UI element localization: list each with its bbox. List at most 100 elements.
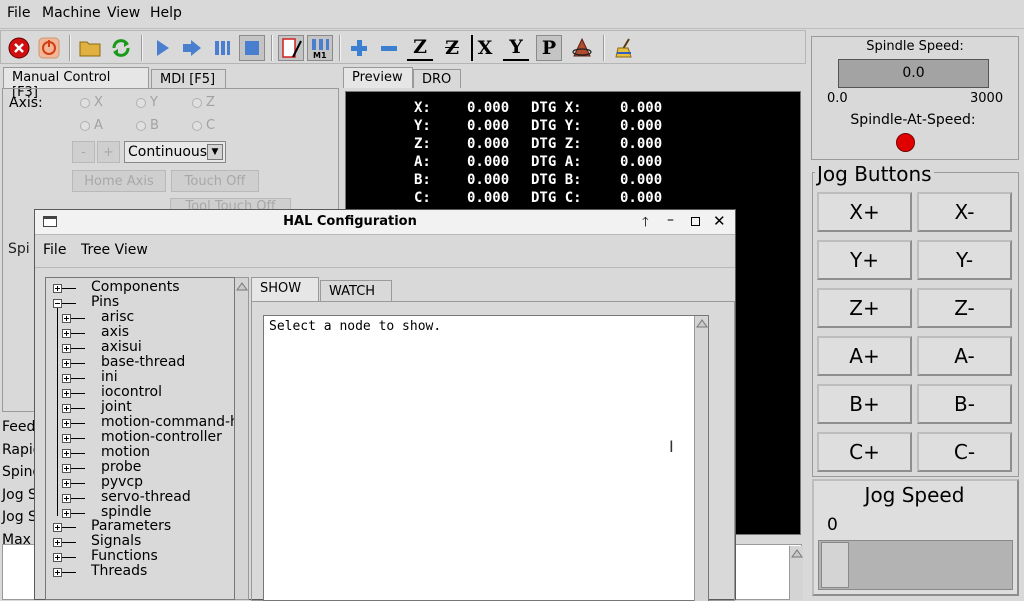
jog-c-minus-button[interactable]: C- (917, 432, 1012, 472)
radio-indicator (136, 120, 146, 131)
tree-node-components[interactable]: Components (91, 279, 180, 295)
folder-icon[interactable] (77, 35, 103, 61)
tree-connector (71, 348, 85, 349)
axis-radio-b[interactable]: B (136, 118, 159, 133)
expand-icon[interactable] (62, 479, 71, 488)
axis-radio-label: Y (150, 95, 158, 110)
expand-icon[interactable] (62, 419, 71, 428)
window-minimize-icon[interactable]: – (667, 212, 674, 228)
window-maximize-icon[interactable] (691, 217, 700, 226)
tab-mdi[interactable]: MDI [F5] (151, 69, 226, 88)
view-z2-icon[interactable]: Z (439, 35, 465, 61)
clear-plot-icon[interactable] (611, 35, 637, 61)
jog-minus-button[interactable]: - (72, 141, 95, 163)
jog-y-plus-button[interactable]: Y+ (817, 240, 912, 280)
window-close-icon[interactable]: ✕ (713, 212, 726, 230)
jog-a-minus-button[interactable]: A- (917, 336, 1012, 376)
chevron-down-icon: ▼ (207, 144, 223, 160)
power-icon[interactable] (36, 35, 62, 61)
jog-a-plus-button[interactable]: A+ (817, 336, 912, 376)
menu-help[interactable]: Help (150, 5, 182, 21)
gcode-scrollbar[interactable] (789, 546, 803, 600)
window-shade-icon[interactable]: 🡑 (642, 213, 649, 235)
jog-increment-select[interactable]: Continuous ▼ (124, 141, 226, 163)
axis-radio-z[interactable]: Z (192, 95, 215, 110)
jog-x-plus-button[interactable]: X+ (817, 192, 912, 232)
touch-off-button[interactable]: Touch Off (171, 170, 259, 192)
tree-node-pins[interactable]: Pins (91, 294, 119, 310)
zoom-in-icon[interactable] (346, 35, 372, 61)
jog-speed-slider-handle[interactable] (821, 542, 849, 588)
expand-icon[interactable] (62, 329, 71, 338)
jog-b-minus-button[interactable]: B- (917, 384, 1012, 424)
view-y-icon[interactable]: Y (503, 35, 529, 61)
axis-radio-x[interactable]: X (80, 95, 103, 110)
jog-z-plus-button[interactable]: Z+ (817, 288, 912, 328)
jog-speed-slider-trough[interactable] (818, 540, 1013, 590)
tree-node-functions[interactable]: Functions (91, 548, 158, 564)
dro-row-x: X: 0.000 DTG X: 0.000 (414, 100, 663, 116)
hal-show-text[interactable]: Select a node to show. I (263, 315, 709, 601)
expand-icon[interactable] (53, 553, 62, 562)
jog-x-minus-button[interactable]: X- (917, 192, 1012, 232)
scroll-up-icon (696, 319, 708, 328)
expand-icon[interactable] (62, 314, 71, 323)
expand-icon[interactable] (62, 449, 71, 458)
tab-watch[interactable]: WATCH (320, 280, 392, 301)
expand-icon[interactable] (53, 568, 62, 577)
expand-icon[interactable] (53, 284, 62, 293)
expand-icon[interactable] (62, 434, 71, 443)
tree-node-threads[interactable]: Threads (91, 563, 147, 579)
axis-radio-y[interactable]: Y (136, 95, 158, 110)
radio-indicator (80, 120, 90, 131)
tab-show[interactable]: SHOW (251, 277, 319, 301)
view-z-icon[interactable]: Z (407, 35, 433, 61)
jog-z-minus-button[interactable]: Z- (917, 288, 1012, 328)
tree-node-signals[interactable]: Signals (91, 533, 141, 549)
jog-c-plus-button[interactable]: C+ (817, 432, 912, 472)
expand-icon[interactable] (62, 374, 71, 383)
expand-icon[interactable] (62, 389, 71, 398)
home-axis-button[interactable]: Home Axis (72, 170, 166, 192)
hal-show-scrollbar[interactable] (694, 316, 708, 601)
zoom-out-icon[interactable] (376, 35, 402, 61)
spindle-max-label: 3000 (970, 91, 1004, 106)
tab-manual-control[interactable]: Manual Control [F3] (3, 67, 149, 100)
collapse-icon[interactable] (53, 299, 62, 308)
expand-icon[interactable] (62, 344, 71, 353)
expand-icon[interactable] (62, 464, 71, 473)
menu-file[interactable]: File (7, 5, 30, 21)
block-delete-icon[interactable] (278, 35, 304, 61)
optional-stop-icon[interactable]: M1 (307, 35, 333, 61)
pause-icon[interactable] (209, 35, 235, 61)
jog-b-plus-button[interactable]: B+ (817, 384, 912, 424)
tab-preview[interactable]: Preview (343, 67, 413, 88)
expand-icon[interactable] (62, 494, 71, 503)
view-x-icon[interactable]: X (471, 35, 497, 61)
axis-radio-a[interactable]: A (80, 118, 103, 133)
stop-icon[interactable] (239, 35, 265, 61)
hal-title-bar[interactable]: HAL Configuration 🡑 – ✕ (35, 210, 735, 235)
expand-icon[interactable] (62, 359, 71, 368)
estop-icon[interactable] (6, 35, 32, 61)
expand-icon[interactable] (53, 523, 62, 532)
step-icon[interactable] (179, 35, 205, 61)
hal-tree-scrollbar[interactable] (235, 277, 249, 600)
tab-dro[interactable]: DRO (413, 69, 461, 88)
jog-plus-button[interactable]: + (97, 141, 120, 163)
expand-icon[interactable] (62, 404, 71, 413)
run-icon[interactable] (149, 35, 175, 61)
axis-radio-c[interactable]: C (192, 118, 215, 133)
hal-menu-tree-view[interactable]: Tree View (81, 242, 148, 258)
view-p-icon[interactable]: P (536, 35, 562, 61)
hal-menu-file[interactable]: File (43, 242, 66, 258)
expand-icon[interactable] (53, 538, 62, 547)
tree-node-parameters[interactable]: Parameters (91, 518, 171, 534)
menu-machine[interactable]: Machine (42, 5, 101, 21)
jog-y-minus-button[interactable]: Y- (917, 240, 1012, 280)
rotate-icon[interactable] (569, 35, 595, 61)
expand-icon[interactable] (62, 509, 71, 518)
hal-tree-view[interactable]: Components Pins arisc axis axisui base-thre… (45, 277, 235, 600)
menu-view[interactable]: View (107, 5, 140, 21)
reload-icon[interactable] (108, 35, 134, 61)
